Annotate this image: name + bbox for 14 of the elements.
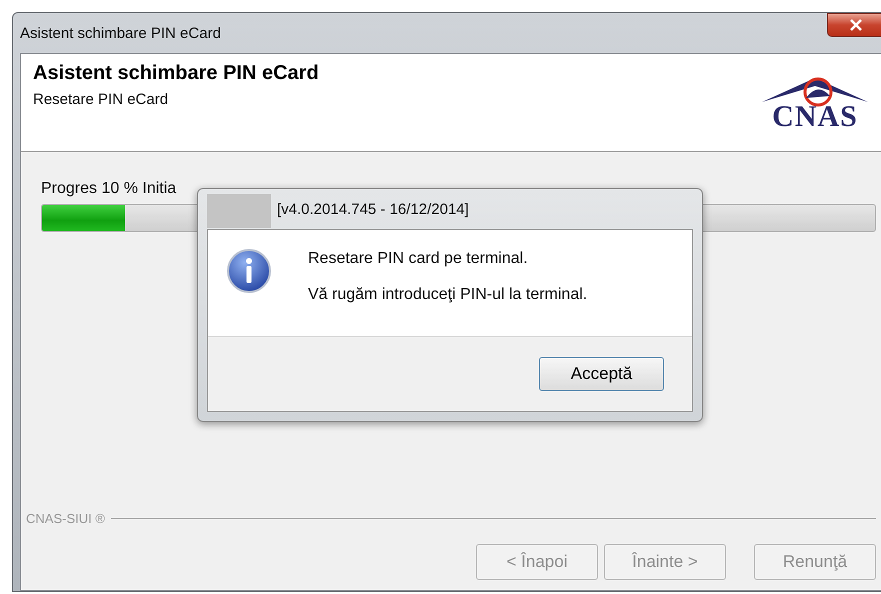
blurred-area [207,194,271,228]
dialog-message: Vă rugăm introduceţi PIN-ul la terminal. [308,286,588,304]
wizard-subtitle: Resetare PIN eCard [33,91,170,108]
logo-text: CNAS [772,100,858,134]
wizard-title: Asistent schimbare PIN eCard [33,62,319,85]
dialog-message: Resetare PIN card pe terminal. [308,250,529,268]
progress-label: Progres 10 % Initia [41,180,178,198]
accept-button[interactable]: Acceptă [539,357,664,391]
dialog-title: [v4.0.2014.745 - 16/12/2014] [277,200,469,218]
window-title: Asistent schimbare PIN eCard [20,24,221,42]
close-icon [849,19,863,31]
close-button[interactable] [827,13,881,37]
brand-label: CNAS-SIUI ® [26,511,105,526]
info-icon [226,248,272,294]
